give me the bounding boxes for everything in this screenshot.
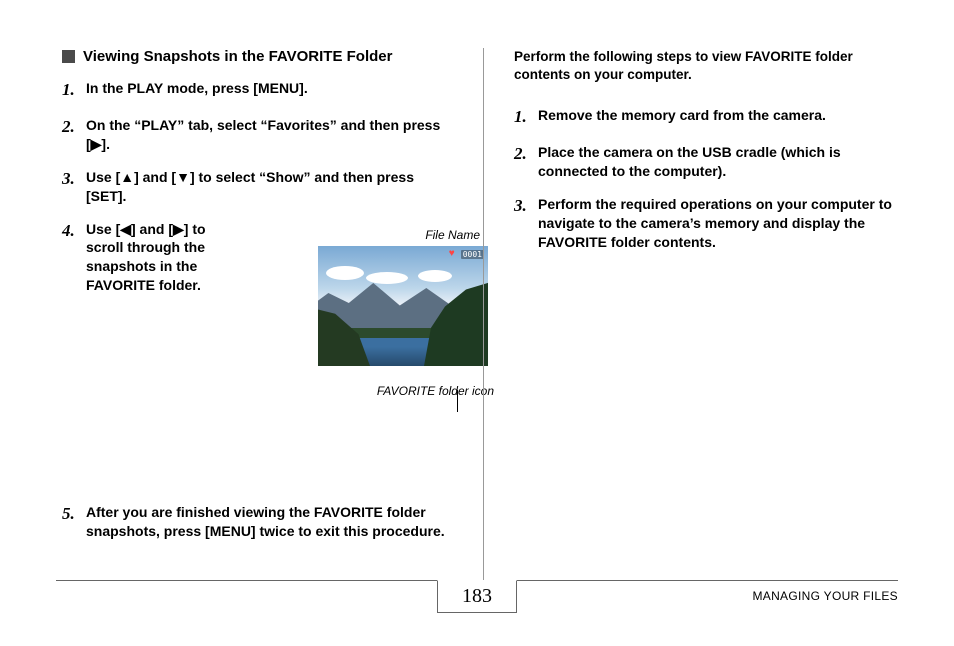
step-1: 1. In the PLAY mode, press [MENU]. bbox=[62, 79, 453, 102]
right-steps-list: 1. Remove the memory card from the camer… bbox=[514, 106, 904, 251]
cloud-icon bbox=[326, 266, 364, 280]
section-title: MANAGING YOUR FILES bbox=[752, 589, 898, 603]
step-text: In the PLAY mode, press [MENU]. bbox=[86, 79, 453, 98]
page-body: Viewing Snapshots in the FAVORITE Folder… bbox=[0, 0, 954, 560]
left-column: Viewing Snapshots in the FAVORITE Folder… bbox=[62, 48, 483, 560]
step-2: 2. Place the camera on the USB cradle (w… bbox=[514, 143, 904, 181]
step-2: 2. On the “PLAY” tab, select “Favorites”… bbox=[62, 116, 453, 154]
step-3: 3. Perform the required operations on yo… bbox=[514, 195, 904, 252]
step-5: 5. After you are finished viewing the FA… bbox=[62, 503, 453, 541]
snapshot-thumbnail: 0001 bbox=[318, 246, 488, 366]
footer-rule: 183 MANAGING YOUR FILES bbox=[56, 580, 898, 620]
step-text: Perform the required operations on your … bbox=[538, 195, 904, 252]
cloud-icon bbox=[418, 270, 452, 282]
heart-icon bbox=[449, 249, 459, 259]
page-footer: 183 MANAGING YOUR FILES bbox=[0, 580, 954, 620]
figure-label-favorite-icon: FAVORITE folder icon bbox=[308, 384, 498, 398]
step-number: 5. bbox=[62, 503, 86, 526]
page-number: 183 bbox=[437, 580, 517, 613]
right-column: Perform the following steps to view FAVO… bbox=[483, 48, 904, 588]
step-text: Place the camera on the USB cradle (whic… bbox=[538, 143, 904, 181]
section-heading: Viewing Snapshots in the FAVORITE Folder bbox=[62, 48, 453, 65]
step-number: 1. bbox=[514, 106, 538, 129]
step-1: 1. Remove the memory card from the camer… bbox=[514, 106, 904, 129]
step-number: 4. bbox=[62, 220, 86, 243]
intro-paragraph: Perform the following steps to view FAVO… bbox=[514, 48, 904, 84]
file-number: 0001 bbox=[461, 250, 484, 259]
step-text: Remove the memory card from the camera. bbox=[538, 106, 904, 125]
step-3: 3. Use [▲] and [▼] to select “Show” and … bbox=[62, 168, 453, 206]
favorite-badge: 0001 bbox=[449, 249, 484, 259]
step-number: 2. bbox=[514, 143, 538, 166]
callout-line-icon bbox=[457, 390, 458, 412]
step-number: 2. bbox=[62, 116, 86, 139]
step-number: 1. bbox=[62, 79, 86, 102]
step-text: After you are finished viewing the FAVOR… bbox=[86, 503, 453, 541]
step-number: 3. bbox=[514, 195, 538, 218]
figure: File Name 0001 FAVORITE folder icon bbox=[308, 228, 498, 398]
step-text: Use [▲] and [▼] to select “Show” and the… bbox=[86, 168, 453, 206]
square-bullet-icon bbox=[62, 50, 75, 63]
heading-text: Viewing Snapshots in the FAVORITE Folder bbox=[83, 48, 392, 65]
figure-label-file-name: File Name bbox=[308, 228, 498, 242]
step-text: Use [◀] and [▶] to scroll through the sn… bbox=[86, 220, 242, 296]
step-number: 3. bbox=[62, 168, 86, 191]
step-text: On the “PLAY” tab, select “Favorites” an… bbox=[86, 116, 453, 154]
cloud-icon bbox=[366, 272, 408, 284]
left-steps-list-cont: 5. After you are finished viewing the FA… bbox=[62, 503, 453, 541]
